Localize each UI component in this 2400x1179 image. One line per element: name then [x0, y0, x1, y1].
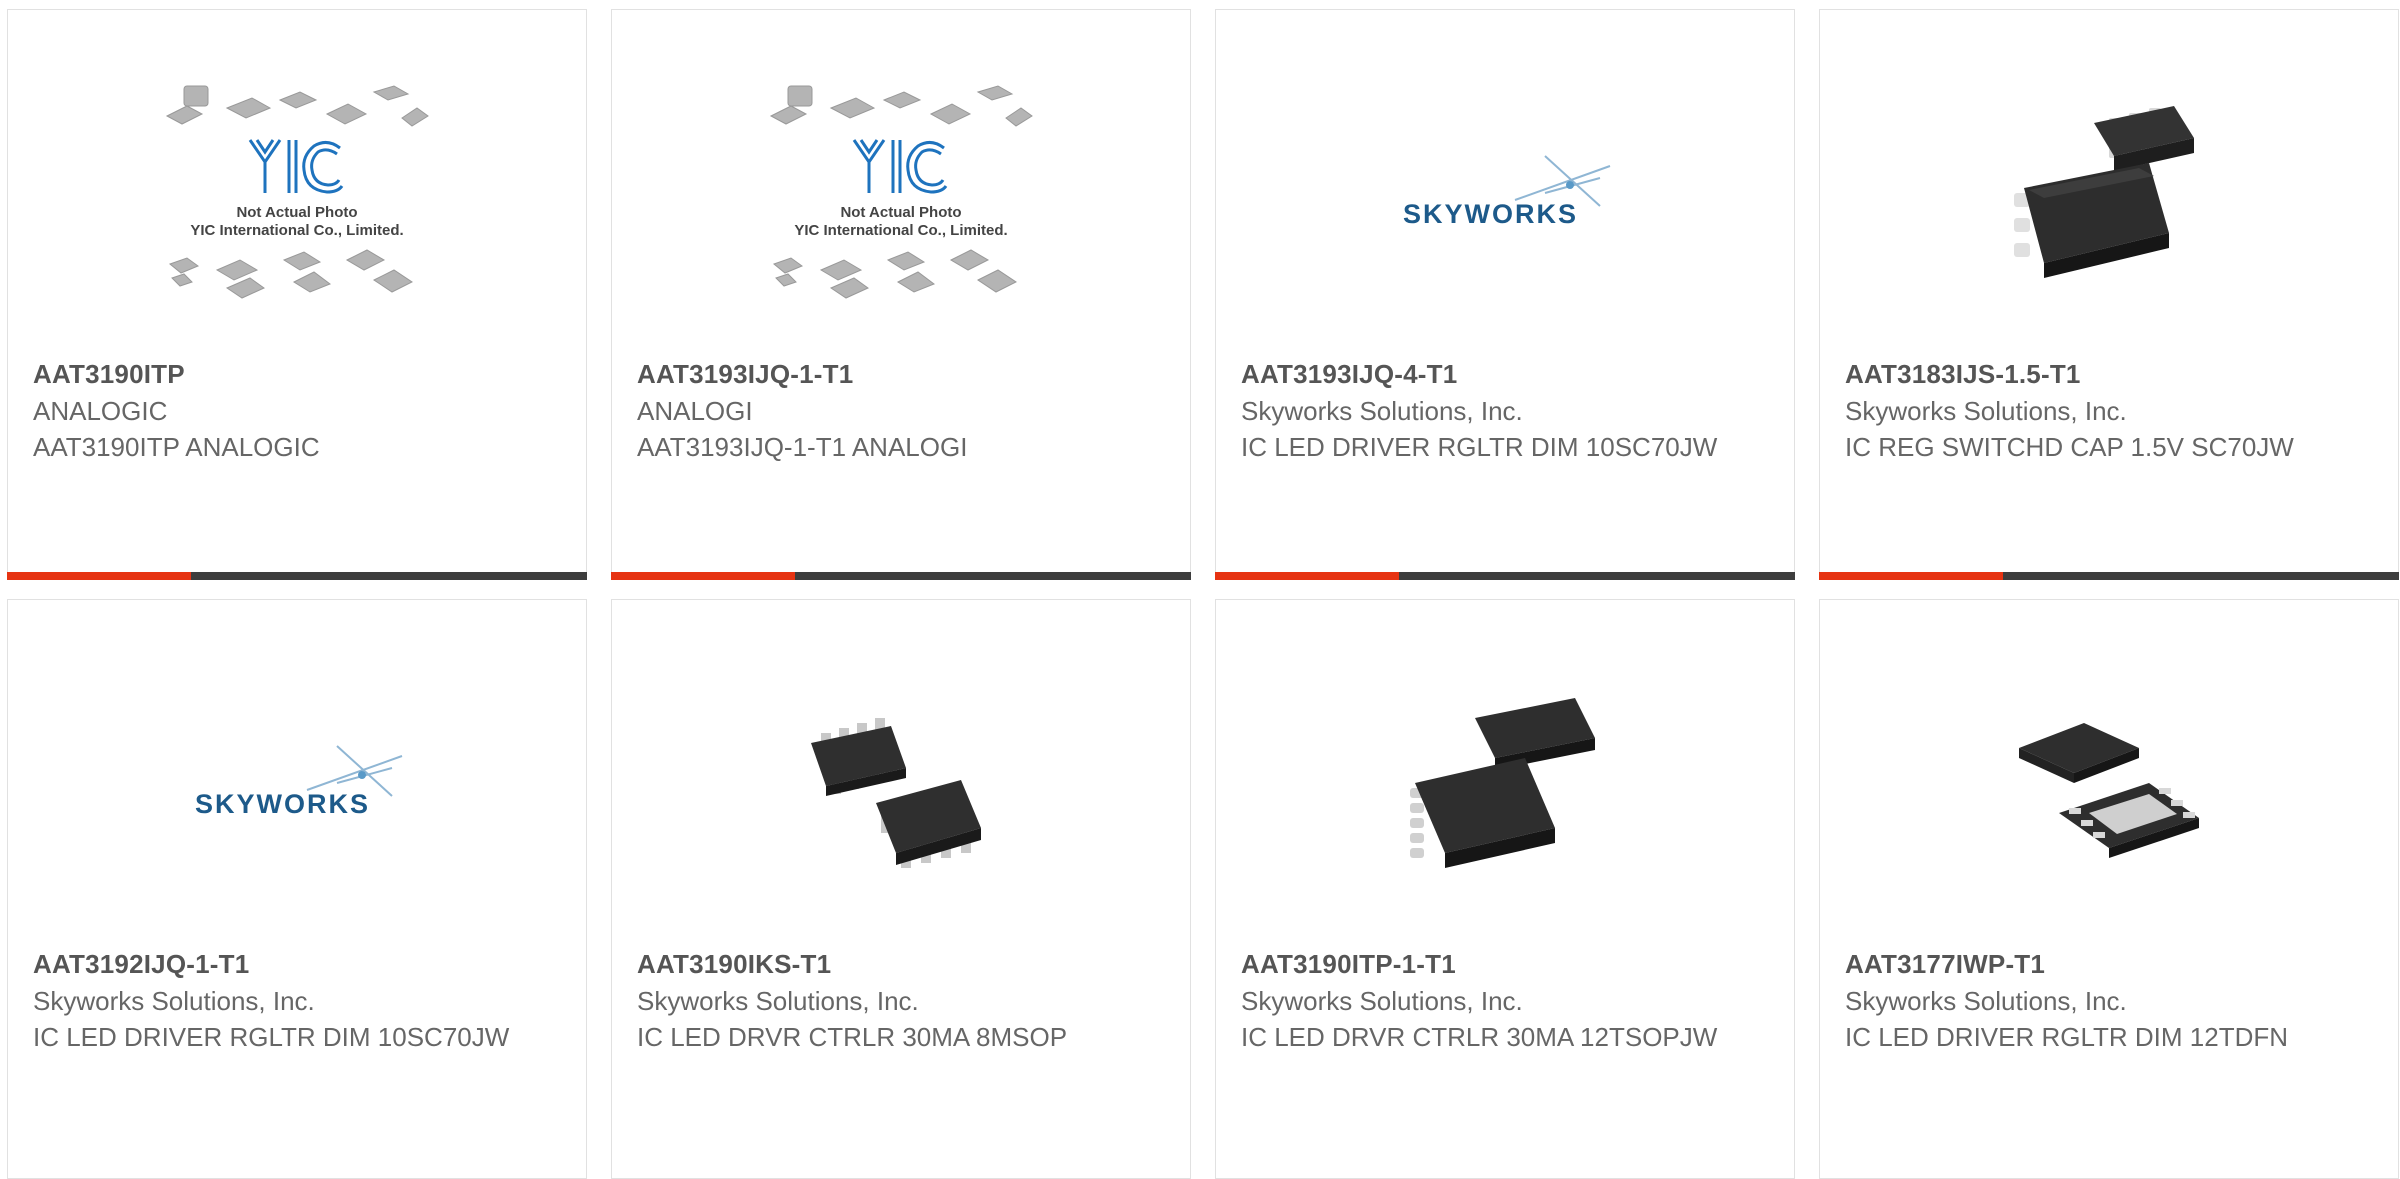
manufacturer: ANALOGIC: [33, 396, 168, 426]
msop-chip-icon: [612, 670, 1190, 905]
manufacturer: Skyworks Solutions, Inc.: [1241, 986, 1523, 1016]
product-card[interactable]: SKYWORKS AAT3193IJQ-4-T1 Skyworks Soluti…: [1215, 9, 1795, 580]
description: IC LED DRVR CTRLR 30MA 12TSOPJW: [1241, 1022, 1718, 1052]
card-bar: [7, 572, 587, 580]
logo-text: SKYWORKS: [195, 789, 370, 819]
description: IC LED DRVR CTRLR 30MA 8MSOP: [637, 1022, 1068, 1052]
product-card[interactable]: Not Actual Photo YIC International Co., …: [611, 9, 1191, 580]
part-number[interactable]: AAT3192IJQ-1-T1: [33, 945, 566, 983]
description: AAT3193IJQ-1-T1 ANALOGI: [637, 432, 968, 462]
card-bar-accent: [1215, 572, 1399, 580]
part-number[interactable]: AAT3190ITP: [33, 355, 566, 393]
card-bar: [611, 572, 1191, 580]
manufacturer: Skyworks Solutions, Inc.: [1241, 396, 1523, 426]
part-number[interactable]: AAT3190IKS-T1: [637, 945, 1170, 983]
tdfn-chip-icon: [1820, 670, 2398, 905]
logo-text: SKYWORKS: [1403, 199, 1578, 229]
part-number[interactable]: AAT3183IJS-1.5-T1: [1845, 355, 2378, 393]
description: AAT3190ITP ANALOGIC: [33, 432, 320, 462]
description: IC LED DRIVER RGLTR DIM 10SC70JW: [33, 1022, 510, 1052]
part-number[interactable]: AAT3193IJQ-1-T1: [637, 355, 1170, 393]
skyworks-logo: SKYWORKS: [8, 670, 586, 905]
yic-placeholder-icon: Not Actual Photo YIC International Co., …: [8, 80, 586, 315]
product-card[interactable]: AAT3183IJS-1.5-T1 Skyworks Solutions, In…: [1819, 9, 2399, 580]
description: IC LED DRIVER RGLTR DIM 10SC70JW: [1241, 432, 1718, 462]
photo-note: YIC International Co., Limited.: [190, 222, 403, 239]
part-number[interactable]: AAT3190ITP-1-T1: [1241, 945, 1774, 983]
description: IC LED DRIVER RGLTR DIM 12TDFN: [1845, 1022, 2289, 1052]
photo-note: YIC International Co., Limited.: [794, 222, 1007, 239]
card-bar: [1819, 572, 2399, 580]
product-card[interactable]: AAT3190ITP-1-T1 Skyworks Solutions, Inc.…: [1215, 599, 1795, 1179]
manufacturer: Skyworks Solutions, Inc.: [1845, 986, 2127, 1016]
manufacturer: Skyworks Solutions, Inc.: [1845, 396, 2127, 426]
part-number[interactable]: AAT3177IWP-T1: [1845, 945, 2378, 983]
product-card[interactable]: SKYWORKS AAT3192IJQ-1-T1 Skyworks Soluti…: [7, 599, 587, 1179]
manufacturer: Skyworks Solutions, Inc.: [637, 986, 919, 1016]
card-bar: [1215, 572, 1795, 580]
card-bar-accent: [7, 572, 191, 580]
tsop-chip-icon: [1216, 670, 1794, 905]
part-number[interactable]: AAT3193IJQ-4-T1: [1241, 355, 1774, 393]
skyworks-logo: SKYWORKS: [1216, 80, 1794, 315]
product-card[interactable]: AAT3190IKS-T1 Skyworks Solutions, Inc. I…: [611, 599, 1191, 1179]
yic-placeholder-icon: Not Actual Photo YIC International Co., …: [612, 80, 1190, 315]
manufacturer: Skyworks Solutions, Inc.: [33, 986, 315, 1016]
card-bar-accent: [1819, 572, 2003, 580]
description: IC REG SWITCHD CAP 1.5V SC70JW: [1845, 432, 2294, 462]
product-card[interactable]: AAT3177IWP-T1 Skyworks Solutions, Inc. I…: [1819, 599, 2399, 1179]
photo-note: Not Actual Photo: [236, 204, 357, 221]
photo-note: Not Actual Photo: [840, 204, 961, 221]
sc70-chip-icon: [1820, 80, 2398, 315]
manufacturer: ANALOGI: [637, 396, 753, 426]
card-bar-accent: [611, 572, 795, 580]
product-card[interactable]: Not Actual Photo YIC International Co., …: [7, 9, 587, 580]
